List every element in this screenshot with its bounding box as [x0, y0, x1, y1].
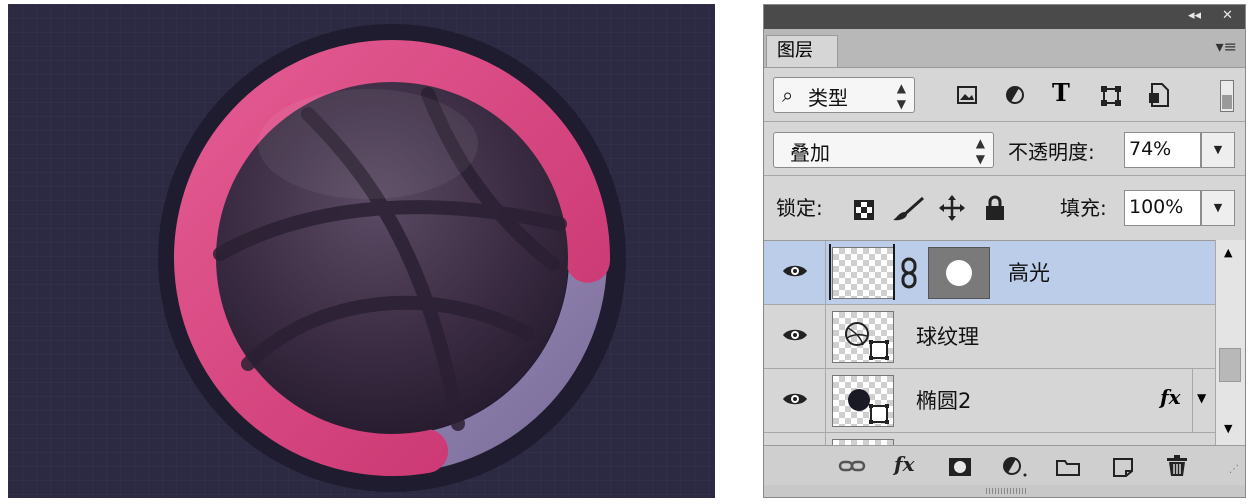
panel-footer — [764, 485, 1245, 497]
layer-name[interactable]: 高光 — [1008, 257, 1050, 287]
blend-row: 叠加 ▲ ▼ 不透明度: 74% ▼ — [764, 122, 1245, 176]
mask-link-icon[interactable] — [900, 257, 918, 289]
lock-transparent-icon[interactable] — [854, 200, 874, 220]
shape-filter-icon[interactable] — [1100, 85, 1122, 107]
ball-highlight — [258, 89, 478, 199]
resize-grip-icon[interactable]: ⋰ — [1229, 464, 1239, 475]
layers-action-bar: fx ⋰ — [764, 445, 1245, 486]
eye-icon — [783, 329, 807, 341]
new-layer-icon[interactable] — [1112, 457, 1134, 477]
select-arrows-icon: ▲ ▼ — [975, 136, 985, 166]
opacity-label: 不透明度: — [1008, 140, 1095, 164]
panel-title-bar: ◂◂ ✕ — [764, 5, 1245, 29]
layer-mask-thumbnail[interactable] — [928, 247, 990, 299]
layer-effects-icon[interactable]: fx — [1160, 385, 1181, 409]
lock-paint-icon[interactable] — [891, 196, 925, 222]
lock-row: 锁定: 填充: 100% ▼ — [764, 176, 1245, 240]
filter-toggle-switch[interactable] — [1220, 80, 1234, 112]
layer-row-ellipse[interactable]: 椭圆2 fx ▼ — [764, 369, 1215, 433]
visibility-toggle[interactable] — [764, 369, 826, 432]
visibility-toggle[interactable] — [764, 305, 826, 368]
lock-label: 锁定: — [776, 196, 823, 220]
lock-position-icon[interactable] — [939, 195, 965, 221]
lock-all-icon[interactable] — [985, 195, 1005, 221]
document-canvas[interactable] — [8, 4, 715, 498]
expand-effects-icon[interactable]: ▼ — [1197, 391, 1206, 405]
layers-scrollbar[interactable]: ▲ ▼ — [1215, 240, 1245, 445]
visibility-toggle[interactable] — [764, 241, 826, 304]
scroll-up-icon[interactable]: ▲ — [1224, 246, 1232, 259]
scroll-thumb[interactable] — [1219, 348, 1241, 382]
eye-icon — [783, 393, 807, 405]
canvas-artwork — [158, 24, 626, 492]
collapse-panel-button[interactable]: ◂◂ — [1188, 8, 1201, 23]
layer-thumbnail[interactable] — [829, 244, 895, 300]
fx-icon[interactable]: fx — [894, 452, 915, 476]
image-filter-icon[interactable] — [957, 86, 977, 104]
fill-label: 填充: — [1060, 196, 1107, 220]
layer-row-highlight[interactable]: 高光 — [764, 241, 1215, 305]
filter-kind-label: 类型 — [808, 86, 848, 110]
layer-thumbnail[interactable] — [832, 311, 894, 363]
fill-input[interactable]: 100% — [1124, 190, 1201, 226]
mask-icon[interactable] — [948, 457, 972, 477]
blend-mode-value: 叠加 — [790, 141, 830, 165]
layer-name[interactable]: 椭圆2 — [916, 385, 971, 415]
type-filter-icon[interactable]: T — [1052, 78, 1070, 107]
search-icon: ⌕ — [782, 83, 794, 107]
folder-icon[interactable] — [1056, 458, 1080, 476]
layers-panel: ◂◂ ✕ 图层 ▾≡ ⌕ 类型 ▲ ▼ T 叠加 ▲ ▼ 不透明度: 74% ▼… — [763, 4, 1246, 498]
layer-thumbnail[interactable] — [832, 375, 894, 427]
filter-kind-select[interactable]: ⌕ 类型 ▲ ▼ — [773, 77, 915, 113]
layers-list: 高光 球纹理 椭圆2 fx ▼ — [764, 240, 1215, 446]
shape-layer-icon — [848, 389, 889, 424]
opacity-input[interactable]: 74% — [1124, 132, 1201, 168]
shape-layer-icon — [845, 322, 889, 360]
layer-filter-row: ⌕ 类型 ▲ ▼ T — [764, 68, 1245, 122]
panel-menu-icon[interactable]: ▾≡ — [1216, 37, 1237, 56]
adjustment-filter-icon[interactable] — [1005, 85, 1025, 105]
fill-dropdown-button[interactable]: ▼ — [1201, 190, 1235, 226]
trash-icon[interactable] — [1166, 455, 1188, 477]
smart-object-filter-icon[interactable] — [1148, 83, 1170, 107]
eye-icon — [783, 265, 807, 277]
opacity-dropdown-button[interactable]: ▼ — [1201, 132, 1235, 168]
select-arrows-icon: ▲ ▼ — [896, 81, 906, 111]
adjustment-icon[interactable] — [1002, 456, 1028, 478]
link-icon[interactable] — [838, 458, 866, 474]
panel-tab-row: 图层 ▾≡ — [764, 29, 1245, 68]
layer-row-texture[interactable]: 球纹理 — [764, 305, 1215, 369]
layer-name[interactable]: 球纹理 — [916, 321, 979, 351]
tab-layers[interactable]: 图层 — [766, 35, 838, 67]
scroll-down-icon[interactable]: ▼ — [1224, 422, 1232, 435]
close-panel-button[interactable]: ✕ — [1222, 8, 1233, 23]
blend-mode-select[interactable]: 叠加 ▲ ▼ — [773, 132, 994, 168]
